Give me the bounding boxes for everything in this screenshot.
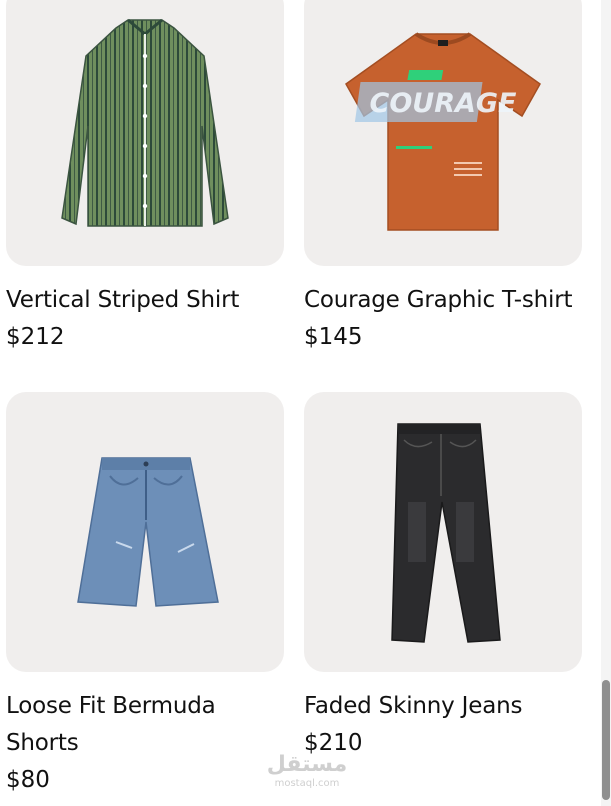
product-image[interactable] — [304, 392, 582, 672]
skinny-jeans-icon — [391, 423, 501, 643]
product-image[interactable] — [6, 392, 284, 672]
watermark-arabic: مستقل — [266, 752, 348, 777]
product-price: $80 — [6, 767, 50, 793]
tshirt-print-text: COURAGE — [370, 88, 518, 119]
product-card[interactable]: Vertical Striped Shirt $212 — [6, 0, 284, 356]
denim-shorts-icon — [77, 457, 219, 607]
product-grid: Vertical Striped Shirt $212 COURAGE Cour… — [0, 0, 611, 806]
graphic-tshirt-icon: COURAGE — [345, 32, 541, 231]
product-price: $145 — [304, 324, 363, 350]
product-name[interactable]: Loose Fit Bermuda Shorts — [6, 688, 284, 762]
watermark-latin: mostaql.com — [274, 778, 340, 789]
product-name[interactable]: Faded Skinny Jeans — [304, 688, 582, 725]
product-card[interactable]: Faded Skinny Jeans $210 — [304, 392, 582, 762]
product-card[interactable]: Loose Fit Bermuda Shorts $80 — [6, 392, 284, 799]
product-name[interactable]: Courage Graphic T-shirt — [304, 282, 582, 319]
product-image[interactable]: COURAGE — [304, 0, 582, 266]
scrollbar-thumb[interactable] — [602, 680, 610, 800]
product-card[interactable]: COURAGE Courage Graphic T-shirt $145 — [304, 0, 582, 356]
product-price: $212 — [6, 324, 65, 350]
product-name[interactable]: Vertical Striped Shirt — [6, 282, 284, 319]
striped-shirt-icon — [61, 18, 229, 227]
vertical-scrollbar[interactable] — [601, 0, 611, 806]
product-image[interactable] — [6, 0, 284, 266]
watermark-logo: مستقل mostaql.com — [266, 752, 348, 790]
